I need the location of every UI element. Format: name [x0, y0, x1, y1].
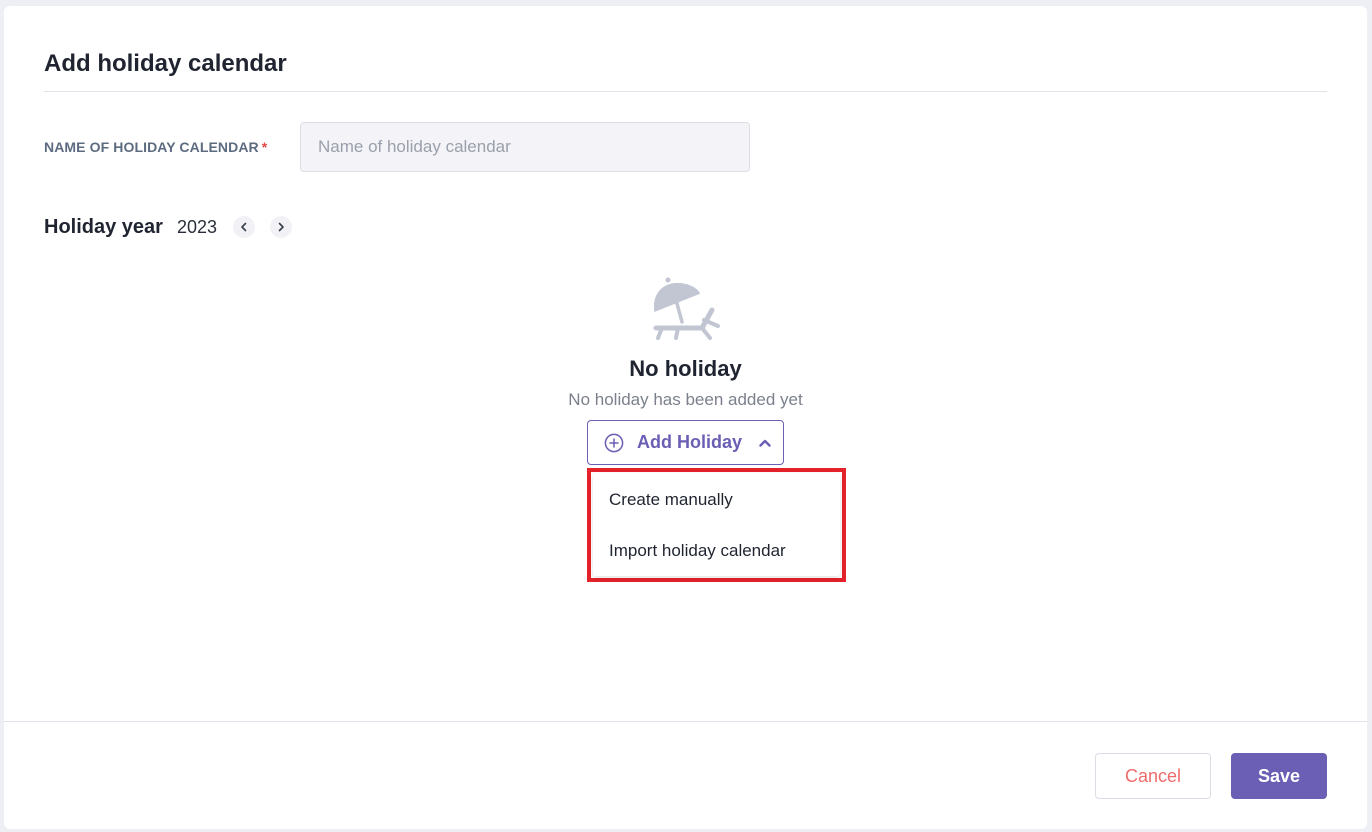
next-year-button[interactable]	[270, 216, 292, 238]
empty-state-title: No holiday	[629, 356, 742, 381]
previous-year-button[interactable]	[233, 216, 255, 238]
beach-umbrella-icon	[653, 277, 720, 340]
empty-state-subtitle: No holiday has been added yet	[568, 390, 803, 409]
modal-title: Add holiday calendar	[44, 50, 287, 77]
plus-circle-icon	[604, 433, 624, 452]
name-field-label-text: NAME OF HOLIDAY CALENDAR	[44, 139, 259, 155]
holiday-year-label: Holiday year	[44, 216, 163, 238]
save-button[interactable]: Save	[1231, 753, 1327, 799]
footer-divider	[4, 721, 1367, 722]
menu-item-create-manually[interactable]: Create manually	[609, 490, 733, 510]
cancel-button[interactable]: Cancel	[1095, 753, 1211, 799]
add-holiday-label: Add Holiday	[637, 432, 743, 452]
title-divider	[44, 91, 1327, 92]
add-holiday-calendar-modal: Add holiday calendar NAME OF HOLIDAY CAL…	[4, 6, 1367, 829]
add-holiday-button[interactable]: Add Holiday	[587, 420, 784, 465]
menu-item-import-holiday-calendar[interactable]: Import holiday calendar	[609, 541, 786, 561]
chevron-left-icon	[241, 222, 247, 232]
add-holiday-menu: Create manually Import holiday calendar	[593, 473, 840, 576]
holiday-year-value: 2023	[177, 217, 218, 237]
name-field-label: NAME OF HOLIDAY CALENDAR *	[44, 139, 267, 155]
required-mark: *	[261, 139, 268, 155]
holiday-calendar-name-input[interactable]	[300, 122, 750, 172]
chevron-right-icon	[278, 222, 284, 232]
chevron-up-icon	[759, 439, 771, 447]
